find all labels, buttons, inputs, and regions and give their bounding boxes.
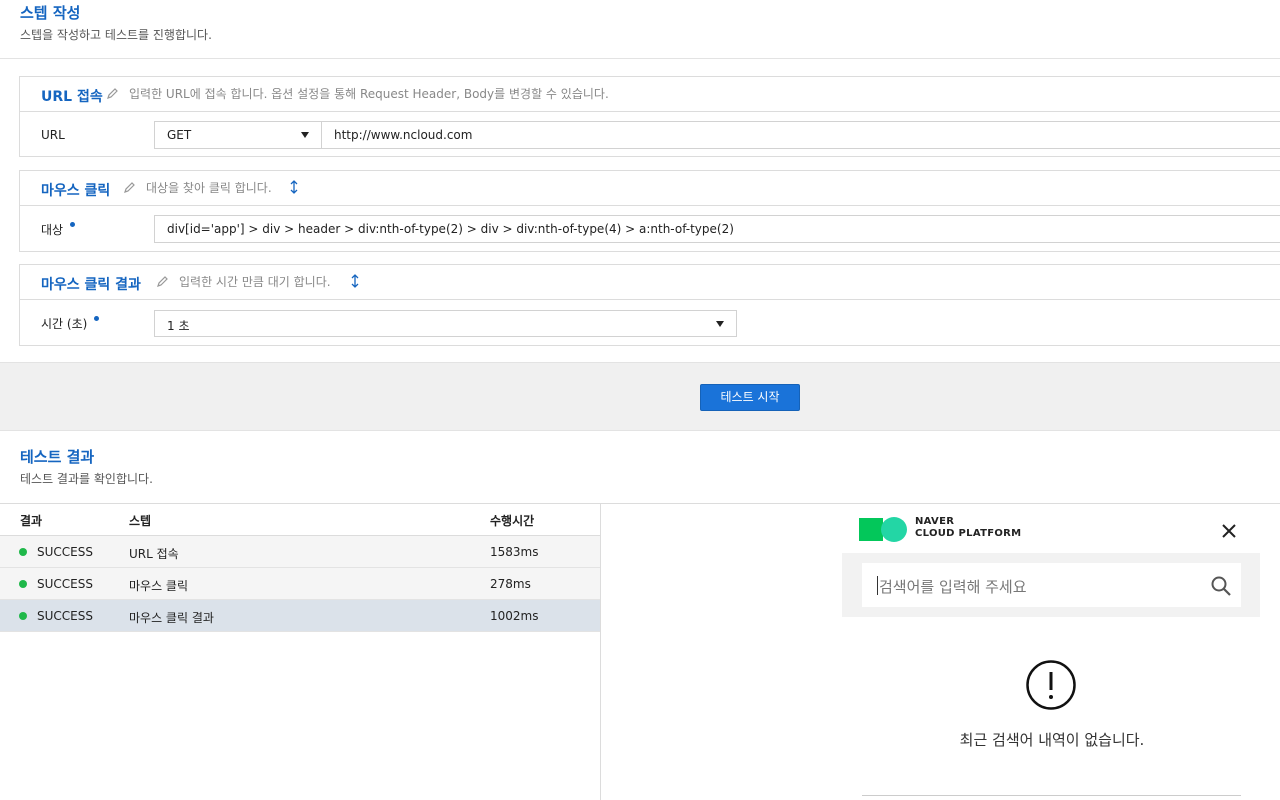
divider [862,795,1241,796]
target-value: div[id='app'] > div > header > div:nth-o… [167,222,734,236]
edit-icon[interactable] [124,181,136,193]
time-label: 시간 (초) [41,317,88,331]
table-row-selected[interactable]: SUCCESS 마우스 클릭 결과 1002ms [0,600,600,632]
reorder-icon[interactable] [289,180,299,194]
status-text: SUCCESS [37,609,93,623]
results-table: 결과 스텝 수행시간 SUCCESS URL 접속 1583ms SUCCESS… [0,504,600,632]
step-name: 마우스 클릭 결과 [129,611,214,625]
step-title: URL 접속 [41,89,103,105]
success-status-icon [19,612,27,620]
step-card-mouse-click: 마우스 클릭 대상을 찾아 클릭 합니다. 대상 div[id='app'] >… [19,170,1280,252]
table-row[interactable]: SUCCESS URL 접속 1583ms [0,536,600,568]
action-bar: 테스트 시작 [0,362,1280,431]
required-marker [70,222,75,227]
step-description: 입력한 시간 만큼 대기 합니다. [179,275,331,289]
target-input[interactable]: div[id='app'] > div > header > div:nth-o… [154,215,1280,243]
step-title: 마우스 클릭 결과 [41,277,141,293]
divider [0,58,1280,59]
method-value: GET [167,128,192,142]
page-subtitle: 스텝을 작성하고 테스트를 진행합니다. [20,28,212,42]
column-header-duration: 수행시간 [490,514,535,528]
page-title: 스텝 작성 [20,4,81,22]
column-header-result: 결과 [20,514,43,528]
step-card-header: URL 접속 입력한 URL에 접속 합니다. 옵션 설정을 통해 Reques… [20,77,1280,112]
status-text: SUCCESS [37,545,93,559]
time-value: 1 초 [167,319,190,333]
duration: 1583ms [490,545,539,559]
search-icon[interactable] [1210,575,1232,597]
step-card-url: URL 접속 입력한 URL에 접속 합니다. 옵션 설정을 통해 Reques… [19,76,1280,157]
alert-circle-icon [1026,660,1076,710]
brand-name: NAVER [915,516,955,527]
step-description: 입력한 URL에 접속 합니다. 옵션 설정을 통해 Request Heade… [129,87,609,101]
column-header-step: 스텝 [129,514,152,528]
status-text: SUCCESS [37,577,93,591]
table-row[interactable]: SUCCESS 마우스 클릭 278ms [0,568,600,600]
method-select[interactable]: GET [154,121,322,149]
text-cursor [877,576,878,595]
target-label: 대상 [41,223,64,237]
url-label: URL [41,128,65,142]
step-card-header: 마우스 클릭 결과 입력한 시간 만큼 대기 합니다. [20,265,1280,300]
search-placeholder: 검색어를 입력해 주세요 [879,578,1027,596]
duration: 1002ms [490,609,539,623]
brand-name: CLOUD PLATFORM [915,528,1022,539]
chevron-down-icon [301,132,309,138]
step-card-wait: 마우스 클릭 결과 입력한 시간 만큼 대기 합니다. 시간 (초) 1 초 [19,264,1280,346]
results-subtitle: 테스트 결과를 확인합니다. [20,472,153,486]
required-marker [94,316,99,321]
step-name: URL 접속 [129,547,179,561]
edit-icon[interactable] [107,87,119,99]
url-value: http://www.ncloud.com [334,128,473,142]
success-status-icon [19,548,27,556]
step-title: 마우스 클릭 [41,183,111,199]
step-name: 마우스 클릭 [129,579,189,593]
results-title: 테스트 결과 [20,448,95,466]
close-icon[interactable] [1219,521,1239,541]
url-input[interactable]: http://www.ncloud.com [321,121,1280,149]
naver-cloud-logo-icon [881,517,907,542]
chevron-down-icon [716,321,724,327]
step-card-header: 마우스 클릭 대상을 찾아 클릭 합니다. [20,171,1280,206]
step-description: 대상을 찾아 클릭 합니다. [146,181,272,195]
duration: 278ms [490,577,531,591]
time-select[interactable]: 1 초 [154,310,737,337]
reorder-icon[interactable] [350,274,360,288]
success-status-icon [19,580,27,588]
naver-cloud-logo-icon [859,518,883,541]
edit-icon[interactable] [157,275,169,287]
start-test-button[interactable]: 테스트 시작 [700,384,800,411]
table-header: 결과 스텝 수행시간 [0,504,600,536]
search-popup [842,505,1262,800]
panel-divider [600,504,601,800]
empty-message: 최근 검색어 내역이 없습니다. [959,731,1145,749]
